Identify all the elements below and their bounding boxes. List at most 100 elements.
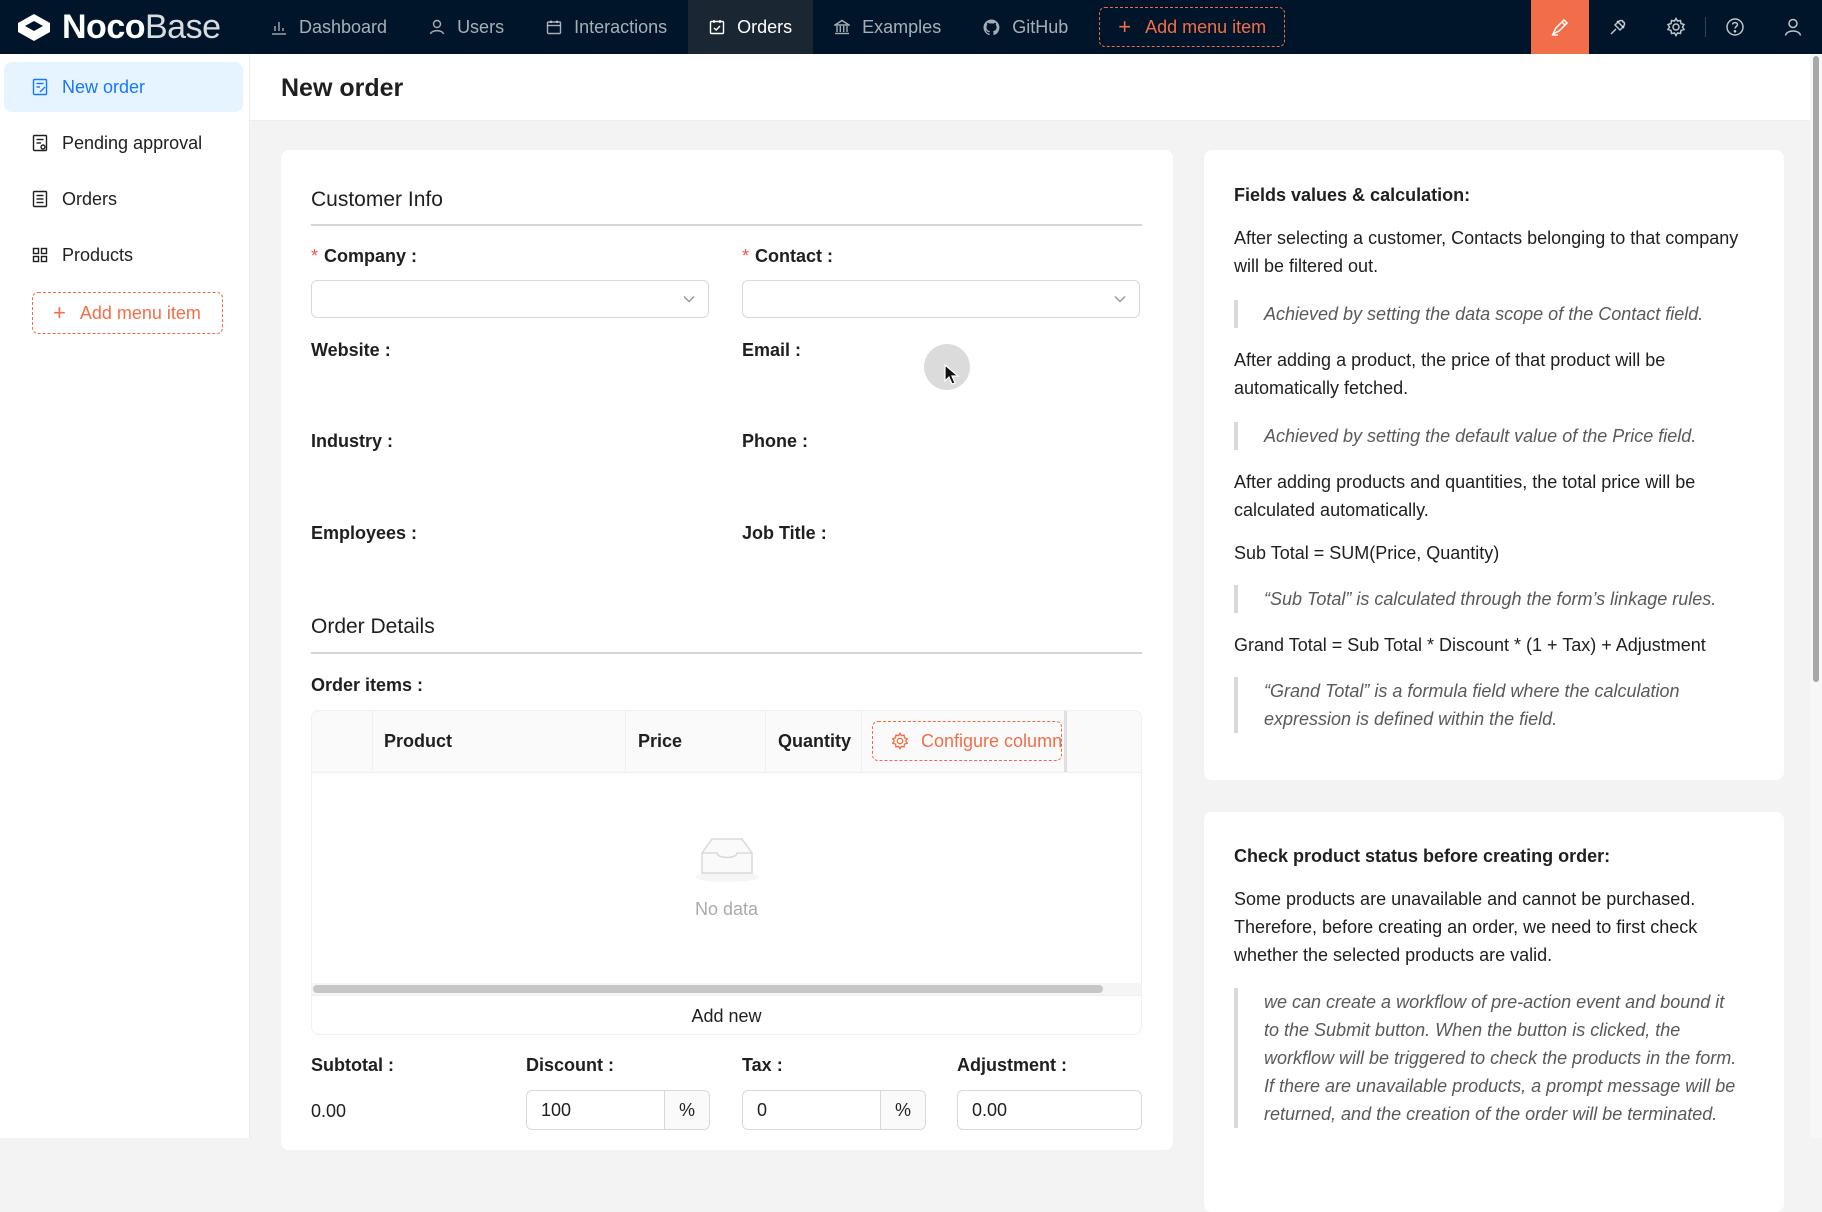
subtotal-label-text: Subtotal — [311, 1055, 383, 1075]
calendar-icon — [546, 20, 562, 35]
tax-input[interactable]: 0 % — [742, 1090, 926, 1130]
app-logo[interactable]: NocoBase — [0, 0, 250, 54]
column-divider — [765, 711, 766, 772]
discount-label: Discount : — [526, 1055, 615, 1075]
configure-columns-button[interactable]: Configure columns — [872, 721, 1062, 761]
employees-label: Employees : — [311, 523, 418, 543]
page-scrollbar-thumb[interactable] — [1813, 56, 1819, 682]
contact-select[interactable] — [742, 280, 1140, 318]
appstore-icon — [32, 247, 48, 263]
page-header: New order — [250, 54, 1810, 121]
company-select[interactable] — [311, 280, 709, 318]
column-header-price[interactable]: Price — [638, 711, 682, 772]
plus-icon: + — [1118, 14, 1132, 39]
app-logo-text: NocoBase — [62, 8, 221, 47]
sidebar-item-products[interactable]: Products — [4, 230, 243, 280]
website-label: Website : — [311, 340, 391, 360]
ui-editor-icon — [1551, 18, 1569, 36]
product-check-info-card: Check product status before creating ord… — [1204, 812, 1784, 1212]
sidebar-item-pending-approval[interactable]: Pending approval — [4, 118, 243, 168]
contact-label-text: Contact — [755, 246, 823, 266]
plus-icon: + — [53, 300, 66, 325]
add-menu-item-button[interactable]: + Add menu item — [1099, 7, 1286, 47]
phone-label-text: Phone — [742, 431, 798, 451]
top-navigation-bar: NocoBase Dashboard Users Interactions Or… — [0, 0, 1822, 54]
plugin-manager-button[interactable] — [1589, 0, 1647, 54]
sidebar-add-menu-item-button[interactable]: + Add menu item — [32, 292, 223, 334]
info-paragraph: After adding a product, the price of tha… — [1234, 350, 1666, 398]
nav-item-interactions[interactable]: Interactions — [525, 0, 688, 54]
page-vertical-scrollbar[interactable] — [1810, 54, 1822, 1138]
chevron-down-icon — [683, 295, 695, 303]
info-quote: “Grand Total” is a formula field where t… — [1234, 677, 1744, 733]
mouse-pointer-icon — [944, 364, 960, 385]
adjustment-label: Adjustment : — [957, 1055, 1067, 1075]
calculation-info-card: Fields values & calculation: After selec… — [1204, 150, 1784, 780]
order-details-heading: Order Details — [311, 615, 435, 638]
subtotal-label: Subtotal : — [311, 1055, 394, 1075]
column-divider — [861, 711, 862, 772]
settings-button[interactable] — [1647, 0, 1705, 54]
table-header: Product Price Quantity Configure columns — [312, 711, 1141, 773]
user-menu-button[interactable] — [1764, 0, 1822, 54]
info-quote: Achieved by setting the data scope of th… — [1234, 300, 1744, 328]
phone-label: Phone : — [742, 431, 809, 451]
sidebar: New order Pending approval Orders Produc… — [0, 54, 250, 1138]
file-text-icon — [32, 190, 48, 208]
nav-item-users[interactable]: Users — [408, 0, 525, 54]
nav-item-orders[interactable]: Orders — [688, 0, 814, 54]
info-paragraph: Some products are unavailable and cannot… — [1234, 889, 1698, 965]
sidebar-item-orders[interactable]: Orders — [4, 174, 243, 224]
new-order-form-card: Customer Info * Company : * Contact : Webs… — [281, 150, 1173, 1150]
column-divider — [372, 711, 373, 772]
order-items-table: Product Price Quantity Configure columns… — [311, 710, 1142, 1035]
sidebar-item-new-order[interactable]: New order — [4, 62, 243, 112]
adjustment-input-value: 0.00 — [972, 1099, 1008, 1120]
tax-label-text: Tax — [742, 1055, 772, 1075]
user-icon — [429, 19, 445, 35]
tax-label: Tax : — [742, 1055, 783, 1075]
section-divider — [311, 224, 1142, 226]
bank-icon — [834, 19, 851, 35]
info-quote: we can create a workflow of pre-action e… — [1234, 988, 1744, 1128]
required-mark: * — [742, 246, 750, 266]
website-label-text: Website — [311, 340, 380, 360]
job-title-label-text: Job Title — [742, 523, 816, 543]
add-menu-item-label: Add menu item — [1145, 16, 1267, 37]
employees-label-text: Employees — [311, 523, 407, 543]
nav-item-label: GitHub — [1012, 16, 1069, 37]
column-divider — [1064, 711, 1067, 772]
calendar-check-icon — [709, 20, 725, 35]
contact-label: * Contact : — [742, 246, 834, 266]
empty-state-text: No data — [694, 899, 759, 919]
nav-item-examples[interactable]: Examples — [813, 0, 962, 54]
add-new-row-button[interactable]: Add new — [312, 995, 1141, 1034]
ui-editor-button[interactable] — [1531, 0, 1589, 54]
column-header-product[interactable]: Product — [384, 711, 452, 772]
nav-item-label: Orders — [737, 16, 793, 37]
nav-item-github[interactable]: GitHub — [962, 0, 1089, 54]
info-card-title: Check product status before creating ord… — [1234, 846, 1611, 866]
percent-addon: % — [880, 1091, 925, 1129]
company-label: * Company : — [311, 246, 418, 266]
percent-addon: % — [664, 1091, 709, 1129]
adjustment-input[interactable]: 0.00 — [957, 1090, 1142, 1130]
nav-item-dashboard[interactable]: Dashboard — [250, 0, 408, 54]
sidebar-item-label: Products — [62, 244, 134, 265]
order-items-label: Order items : — [311, 675, 424, 695]
horizontal-scrollbar-thumb[interactable] — [313, 985, 1103, 993]
nav-item-label: Examples — [862, 16, 942, 37]
bar-chart-icon — [272, 22, 286, 35]
subtotal-value: 0.00 — [311, 1101, 347, 1121]
help-button[interactable] — [1706, 0, 1764, 54]
info-card-title: Fields values & calculation: — [1234, 185, 1471, 205]
page-title: New order — [281, 74, 404, 102]
required-mark: * — [311, 246, 319, 266]
column-header-quantity[interactable]: Quantity — [778, 711, 851, 772]
discount-input[interactable]: 100 % — [526, 1090, 710, 1130]
sidebar-item-label: Pending approval — [62, 132, 203, 153]
info-paragraph: After selecting a customer, Contacts bel… — [1234, 228, 1739, 276]
form-icon — [32, 78, 48, 96]
industry-label: Industry : — [311, 431, 394, 451]
chevron-down-icon — [1114, 295, 1126, 303]
